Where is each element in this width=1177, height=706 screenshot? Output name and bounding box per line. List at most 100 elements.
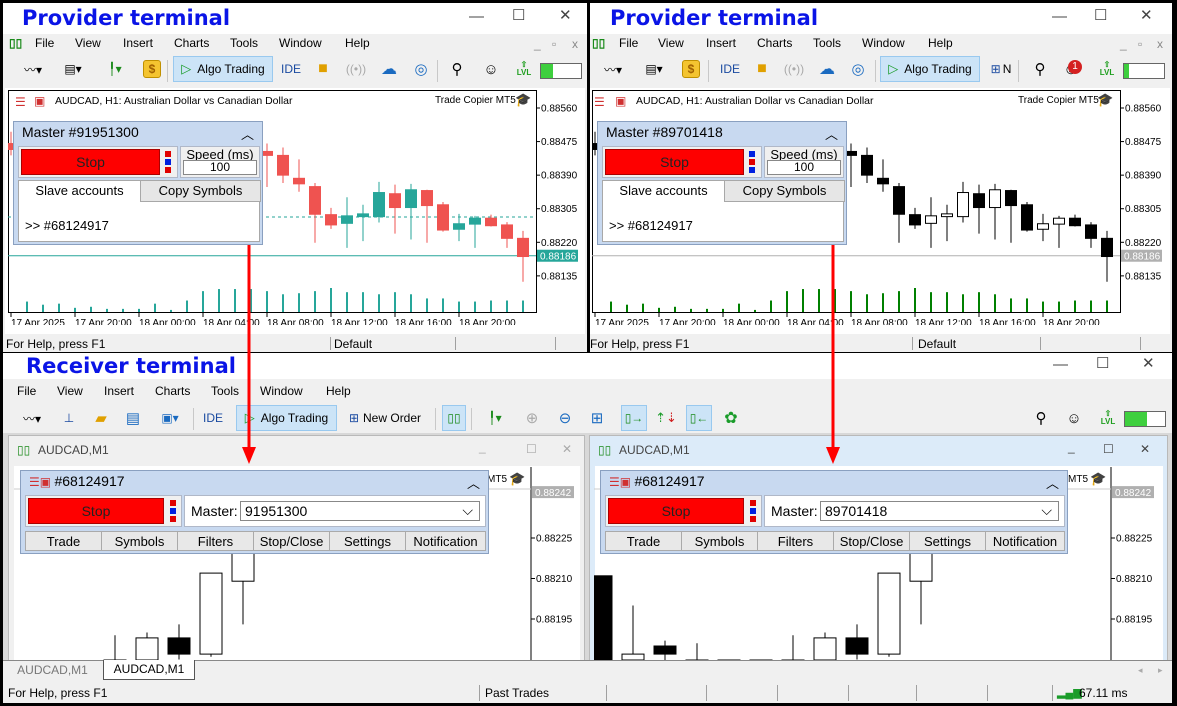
signal-broadcast-icon[interactable]: ((•)) (782, 56, 806, 82)
tab-trade[interactable]: Trade (25, 531, 102, 551)
line-chart-dropdown[interactable]: 〰▾ (15, 405, 49, 431)
close-button[interactable]: ✕ (559, 6, 572, 24)
mdi-minimize-icon[interactable]: _ (1120, 37, 1127, 51)
grid-icon[interactable]: ⊞ (586, 405, 608, 431)
tab-symbols[interactable]: Symbols (101, 531, 178, 551)
tab-filters[interactable]: Filters (757, 531, 834, 551)
menu-tools[interactable]: Tools (211, 384, 239, 398)
minimize-button[interactable]: _ (1068, 440, 1075, 454)
menu-view[interactable]: View (57, 384, 83, 398)
notification-badge[interactable]: 1 (1068, 60, 1082, 74)
chart-template-dropdown[interactable]: ▤▾ (55, 56, 91, 82)
menu-charts[interactable]: Charts (174, 36, 209, 50)
tab-settings[interactable]: Settings (329, 531, 406, 551)
stop-button[interactable]: Stop (28, 498, 164, 524)
signal-broadcast-icon[interactable]: ((•)) (344, 56, 368, 82)
menu-charts[interactable]: Charts (155, 384, 190, 398)
tab-copy-symbols[interactable]: Copy Symbols (140, 180, 261, 202)
market-bag-icon[interactable]: ■ (313, 56, 333, 82)
menu-view[interactable]: View (658, 36, 684, 50)
close-button[interactable]: ✕ (562, 442, 572, 456)
master-select[interactable]: 89701418 ⌵ (820, 501, 1059, 521)
auto-scroll-button[interactable]: ▯→ (621, 405, 647, 431)
chart-tab[interactable]: AUDCAD,M1 (8, 661, 97, 681)
tab-copy-symbols[interactable]: Copy Symbols (724, 180, 845, 202)
close-button[interactable]: ✕ (1140, 442, 1150, 456)
menu-insert[interactable]: Insert (706, 36, 736, 50)
stop-button[interactable]: Stop (605, 149, 744, 175)
collapse-chevron-icon[interactable]: ︿ (825, 124, 838, 143)
tab-notification[interactable]: Notification (405, 531, 486, 551)
lvl-icon[interactable]: ⇧ LVL (513, 56, 535, 82)
menu-window[interactable]: Window (260, 384, 303, 398)
maximize-button[interactable]: ☐ (512, 6, 525, 24)
indicators-dropdown[interactable]: ╿▾ (97, 56, 133, 82)
cloud-icon[interactable]: ☁ (377, 56, 401, 82)
signals-icon[interactable]: ◎ (409, 56, 433, 82)
maximize-button[interactable]: ☐ (1103, 442, 1114, 456)
cloud-icon[interactable]: ☁ (815, 56, 839, 82)
chart-shift-button[interactable]: ▯← (686, 405, 712, 431)
mdi-restore-icon[interactable]: ▫ (552, 37, 556, 51)
search-icon[interactable]: ⚲ (1029, 56, 1051, 82)
account-icon[interactable]: ☺ (1063, 405, 1085, 431)
algo-trading-button[interactable]: ▷ Algo Trading (236, 405, 337, 431)
menu-tools[interactable]: Tools (230, 36, 258, 50)
menu-tools[interactable]: Tools (813, 36, 841, 50)
mdi-close-icon[interactable]: x (1157, 37, 1163, 51)
master-select[interactable]: 91951300 ⌵ (240, 501, 480, 521)
search-icon[interactable]: ⚲ (1030, 405, 1052, 431)
menu-help[interactable]: Help (928, 36, 953, 50)
close-button[interactable]: ✕ (1140, 6, 1153, 24)
menu-view[interactable]: View (75, 36, 101, 50)
line-chart-dropdown[interactable]: 〰▾ (15, 56, 51, 82)
tab-symbols[interactable]: Symbols (681, 531, 758, 551)
zoom-in-icon[interactable]: ⊕ (521, 405, 543, 431)
indicators-dropdown[interactable]: ╿▾ (478, 405, 512, 431)
lvl-icon[interactable]: ⇧ LVL (1096, 56, 1118, 82)
stop-button[interactable]: Stop (21, 149, 160, 175)
account-icon[interactable]: ☺ (480, 56, 502, 82)
minimize-button[interactable]: — (1052, 8, 1067, 25)
signals-icon[interactable]: ◎ (846, 56, 870, 82)
mdi-minimize-icon[interactable]: _ (534, 37, 541, 51)
menu-charts[interactable]: Charts (757, 36, 792, 50)
minimize-button[interactable]: — (1053, 356, 1068, 373)
tab-filters[interactable]: Filters (177, 531, 254, 551)
maximize-button[interactable]: ☐ (1094, 6, 1107, 24)
minimize-button[interactable]: — (469, 8, 484, 25)
database-icon[interactable]: ▤ (123, 405, 143, 431)
monitor-dropdown[interactable]: ▣▾ (153, 405, 187, 431)
menu-insert[interactable]: Insert (123, 36, 153, 50)
scroll-left-icon[interactable]: ◂ (1138, 665, 1143, 676)
slave-account-entry[interactable]: >> #68124917 (25, 218, 109, 233)
speed-input[interactable]: 100 (183, 160, 257, 175)
pin-icon[interactable]: ⊥ (59, 405, 79, 431)
new-order-button[interactable]: ⊞ New Order (342, 405, 428, 431)
new-order-button[interactable]: ⊞ N (986, 56, 1016, 82)
tab-stop-close[interactable]: Stop/Close (253, 531, 330, 551)
maximize-button[interactable]: ☐ (526, 442, 537, 456)
scroll-right-icon[interactable]: ▸ (1158, 665, 1163, 676)
tab-slave-accounts[interactable]: Slave accounts (603, 181, 724, 201)
algo-trading-button[interactable]: ▷ Algo Trading (880, 56, 980, 82)
maximize-button[interactable]: ☐ (1096, 354, 1109, 372)
tab-notification[interactable]: Notification (985, 531, 1065, 551)
menu-insert[interactable]: Insert (104, 384, 134, 398)
lvl-icon[interactable]: ⇧ LVL (1097, 405, 1119, 431)
collapse-chevron-icon[interactable]: ︿ (1046, 473, 1059, 492)
tab-slave-accounts[interactable]: Slave accounts (19, 181, 140, 201)
algo-trading-button[interactable]: ▷ Algo Trading (173, 56, 273, 82)
market-bag-icon[interactable]: ■ (752, 56, 772, 82)
chart-template-dropdown[interactable]: ▤▾ (636, 56, 672, 82)
tab-stop-close[interactable]: Stop/Close (833, 531, 910, 551)
menu-file[interactable]: File (619, 36, 638, 50)
menu-window[interactable]: Window (862, 36, 905, 50)
collapse-chevron-icon[interactable]: ︿ (467, 473, 480, 492)
zoom-out-icon[interactable]: ⊖ (554, 405, 576, 431)
slave-account-entry[interactable]: >> #68124917 (609, 218, 693, 233)
dollar-icon[interactable]: $ (141, 56, 163, 82)
menu-window[interactable]: Window (279, 36, 322, 50)
ide-button[interactable]: IDE (279, 56, 303, 82)
menu-help[interactable]: Help (345, 36, 370, 50)
